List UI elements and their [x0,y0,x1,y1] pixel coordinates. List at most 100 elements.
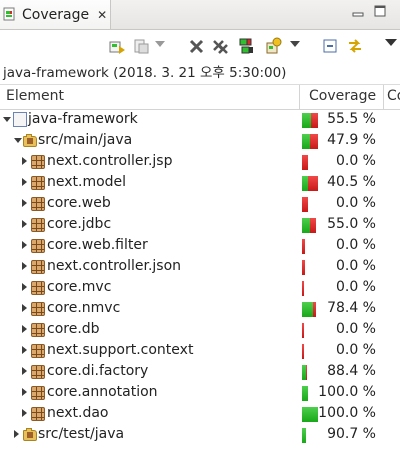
missed-segment [302,197,308,212]
tree-row[interactable]: src/main/java 47.9 % [0,131,400,152]
missed-segment [310,134,318,149]
minimize-icon[interactable] [352,4,364,18]
remove-all-sessions-icon[interactable] [211,37,229,55]
table-header: Element Coverage Co [0,84,400,110]
tree-row[interactable]: core.mvc 0.0 % [0,278,400,299]
column-header-covered-instructions[interactable]: Co [387,88,400,104]
tree-row-label: next.controller.json [47,258,182,274]
tree-row-label: next.support.context [47,342,194,358]
expand-arrow-icon[interactable] [22,367,27,375]
missed-segment [302,281,304,296]
tree-row[interactable]: src/test/java 90.7 % [0,425,400,446]
tree-row-label: core.nmvc [47,300,121,316]
expand-arrow-icon[interactable] [14,430,19,438]
coverage-percentage: 0.0 % [335,279,376,295]
tree-row[interactable]: core.db 0.0 % [0,320,400,341]
expand-arrow-icon[interactable] [22,409,27,417]
tree-row-label: core.annotation [47,384,158,400]
expand-arrow-icon[interactable] [22,283,27,291]
coverage-percentage: 0.0 % [335,321,376,337]
package-icon [31,218,45,232]
expand-arrow-icon[interactable] [22,304,27,312]
collapse-arrow-icon[interactable] [14,138,22,143]
coverage-percentage: 100.0 % [318,384,376,400]
coverage-percentage: 0.0 % [335,258,376,274]
relaunch-icon[interactable] [108,37,126,55]
missed-segment [302,155,308,170]
collapse-all-icon[interactable] [321,37,339,55]
tree-row[interactable]: core.di.factory 88.4 % [0,362,400,383]
package-icon [31,323,45,337]
expand-arrow-icon[interactable] [22,178,27,186]
source-folder-icon [23,134,37,147]
expand-arrow-icon[interactable] [22,262,27,270]
column-header-element[interactable]: Element [6,88,64,104]
tree-row[interactable]: next.controller.json 0.0 % [0,257,400,278]
package-icon [31,176,45,190]
tree-row[interactable]: next.model 40.5 % [0,173,400,194]
link-with-editor-icon[interactable] [346,37,364,55]
package-icon [31,239,45,253]
tree-row-label: core.db [47,321,100,337]
tree-row[interactable]: core.web 0.0 % [0,194,400,215]
missed-segment [313,302,316,317]
covered-segment [302,386,308,401]
column-divider[interactable] [383,85,384,109]
package-icon [31,407,45,421]
tree-row[interactable]: next.controller.jsp 0.0 % [0,152,400,173]
package-icon [31,302,45,316]
session-info: java-framework (2018. 3. 21 오후 5:30:00) [3,65,287,81]
expand-arrow-icon[interactable] [22,220,27,228]
coverage-bar [302,134,318,149]
remove-session-icon[interactable] [188,37,206,55]
maximize-icon[interactable] [374,4,386,18]
tree-row-label: next.dao [47,405,109,421]
tree-row-label: core.jdbc [47,216,112,232]
tree-row[interactable]: next.support.context 0.0 % [0,341,400,362]
tree-row[interactable]: core.nmvc 78.4 % [0,299,400,320]
tree-row-label: next.model [47,174,127,190]
expand-arrow-icon[interactable] [22,325,27,333]
import-dropdown-icon[interactable] [290,41,300,47]
missed-segment [306,365,307,380]
expand-arrow-icon[interactable] [22,241,27,249]
tree-row[interactable]: java-framework 55.5 % [0,110,400,131]
coverage-bar [302,113,318,128]
package-icon [31,155,45,169]
tree-row-label: core.web.filter [47,237,148,253]
covered-segment [302,407,318,422]
covered-segment [302,218,310,233]
column-divider[interactable] [299,85,300,109]
expand-arrow-icon[interactable] [22,346,27,354]
coverage-percentage: 0.0 % [335,237,376,253]
source-folder-icon [23,428,37,441]
merge-sessions-icon[interactable] [238,37,256,55]
session-dropdown-icon[interactable] [155,41,165,47]
tree-row[interactable]: core.annotation 100.0 % [0,383,400,404]
close-icon[interactable]: ✕ [97,8,107,22]
coverage-session-icon[interactable] [133,37,151,55]
view-menu-icon[interactable] [385,39,397,46]
import-icon[interactable] [264,37,282,55]
covered-segment [302,302,313,317]
collapse-arrow-icon[interactable] [3,117,11,122]
expand-arrow-icon[interactable] [22,199,27,207]
package-icon [31,344,45,358]
column-header-coverage[interactable]: Coverage [309,88,376,104]
expand-arrow-icon[interactable] [22,157,27,165]
coverage-percentage: 47.9 % [327,132,376,148]
missed-segment [308,176,318,191]
tree-row[interactable]: next.dao 100.0 % [0,404,400,425]
coverage-tab-title: Coverage [22,6,90,23]
coverage-bar [302,239,305,254]
coverage-bar [302,344,304,359]
coverage-bar [302,386,308,401]
coverage-toolbar [0,30,400,60]
coverage-bar [302,281,304,296]
tree-row[interactable]: core.web.filter 0.0 % [0,236,400,257]
tree-row[interactable]: core.jdbc 55.0 % [0,215,400,236]
coverage-percentage: 88.4 % [327,363,376,379]
missed-segment [311,113,318,128]
coverage-tab[interactable]: Coverage ✕ [0,0,111,29]
expand-arrow-icon[interactable] [22,388,27,396]
